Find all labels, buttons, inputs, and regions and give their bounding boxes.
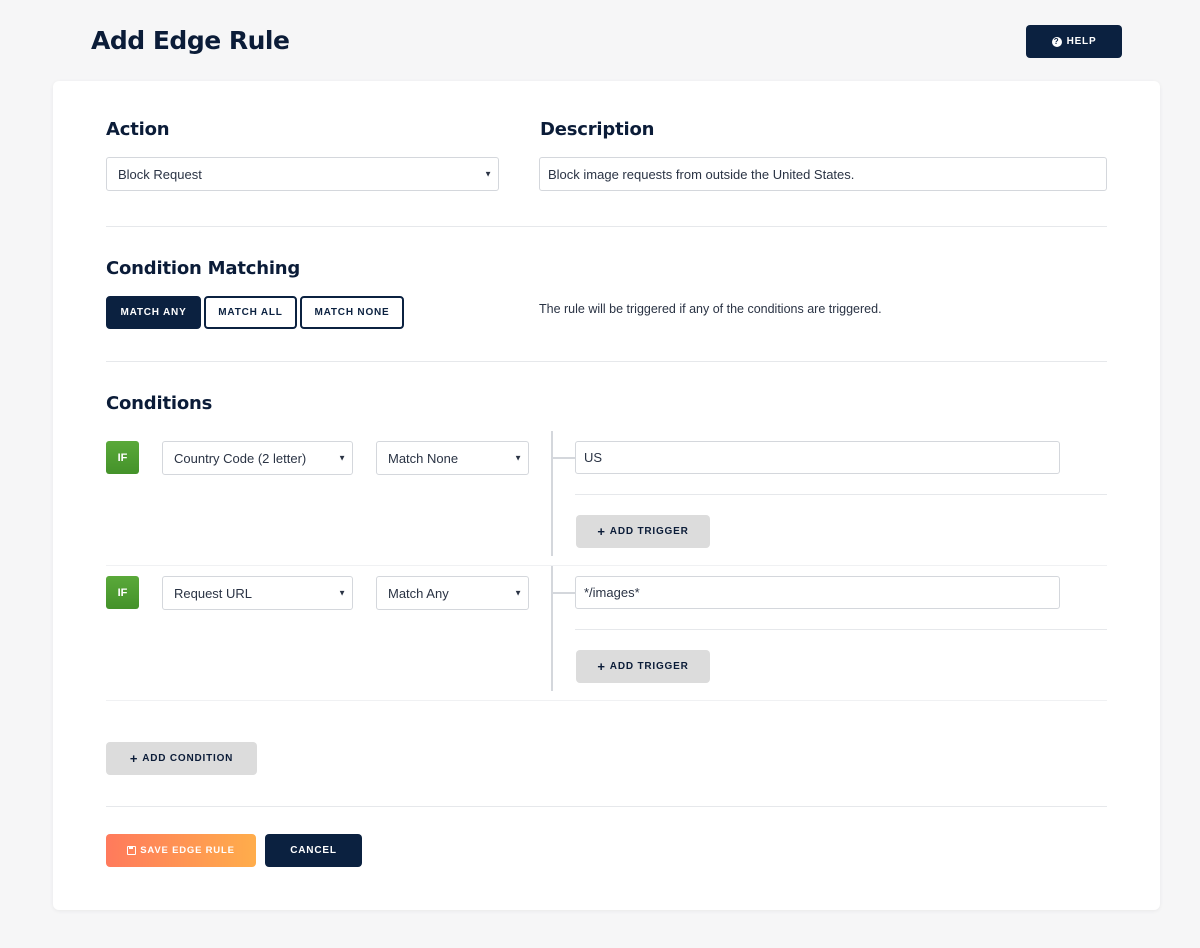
add-trigger-button[interactable]: + ADD TRIGGER (576, 515, 710, 548)
action-heading: Action (106, 119, 170, 140)
caret-down-icon: ▼ (484, 169, 492, 179)
plus-icon: + (129, 751, 139, 766)
conditions-heading: Conditions (106, 393, 213, 414)
add-trigger-label: ADD TRIGGER (609, 526, 689, 537)
add-condition-button[interactable]: + ADD CONDITION (106, 742, 257, 775)
page-title: Add Edge Rule (91, 26, 290, 55)
condition-type-select[interactable]: Request URL ▼ (162, 576, 353, 610)
plus-icon: + (597, 659, 606, 674)
condition-match-select[interactable]: Match None ▼ (376, 441, 529, 475)
divider (575, 629, 1107, 630)
add-trigger-label: ADD TRIGGER (609, 661, 689, 672)
divider (106, 565, 1107, 566)
trigger-input[interactable]: */images* (575, 576, 1060, 609)
plus-icon: + (597, 524, 606, 539)
divider (106, 806, 1107, 807)
help-button-label: HELP (1066, 36, 1097, 47)
condition-matching-helper-text: The rule will be triggered if any of the… (539, 302, 882, 316)
caret-down-icon: ▼ (514, 453, 522, 463)
help-button[interactable]: ? HELP (1026, 25, 1122, 58)
add-trigger-button[interactable]: + ADD TRIGGER (576, 650, 710, 683)
save-button-label: SAVE EDGE RULE (140, 845, 235, 856)
description-input-value: Block image requests from outside the Un… (548, 166, 855, 182)
trigger-connector-branch (553, 457, 575, 459)
divider (106, 700, 1107, 701)
caret-down-icon: ▼ (338, 453, 346, 463)
match-none-button[interactable]: MATCH NONE (300, 296, 404, 329)
floppy-disk-icon (127, 846, 137, 855)
edge-rule-form-card: Action Block Request ▼ Description Block… (53, 81, 1160, 910)
divider (106, 361, 1107, 362)
condition-match-select[interactable]: Match Any ▼ (376, 576, 529, 610)
divider (106, 226, 1107, 227)
trigger-input-value: */images* (584, 585, 640, 600)
match-any-button[interactable]: MATCH ANY (106, 296, 201, 329)
condition-type-select[interactable]: Country Code (2 letter) ▼ (162, 441, 353, 475)
trigger-connector-line (551, 566, 553, 691)
cancel-button[interactable]: CANCEL (265, 834, 362, 867)
if-badge: IF (106, 441, 139, 474)
condition-type-value: Country Code (2 letter) (174, 450, 307, 466)
save-edge-rule-button[interactable]: SAVE EDGE RULE (106, 834, 256, 867)
description-heading: Description (540, 119, 655, 140)
trigger-input[interactable]: US (575, 441, 1060, 474)
if-badge: IF (106, 576, 139, 609)
action-select[interactable]: Block Request ▼ (106, 157, 499, 191)
match-all-button[interactable]: MATCH ALL (204, 296, 297, 329)
caret-down-icon: ▼ (514, 588, 522, 598)
caret-down-icon: ▼ (338, 588, 346, 598)
question-circle-icon: ? (1051, 36, 1062, 47)
action-select-value: Block Request (118, 166, 202, 182)
trigger-connector-branch (553, 592, 575, 594)
divider (575, 494, 1107, 495)
condition-match-value: Match None (388, 450, 459, 466)
add-condition-label: ADD CONDITION (142, 753, 234, 764)
trigger-connector-line (551, 431, 553, 556)
condition-match-value: Match Any (388, 585, 449, 601)
description-input[interactable]: Block image requests from outside the Un… (539, 157, 1107, 191)
condition-matching-heading: Condition Matching (106, 258, 301, 279)
trigger-input-value: US (584, 450, 603, 465)
condition-type-value: Request URL (174, 585, 253, 601)
